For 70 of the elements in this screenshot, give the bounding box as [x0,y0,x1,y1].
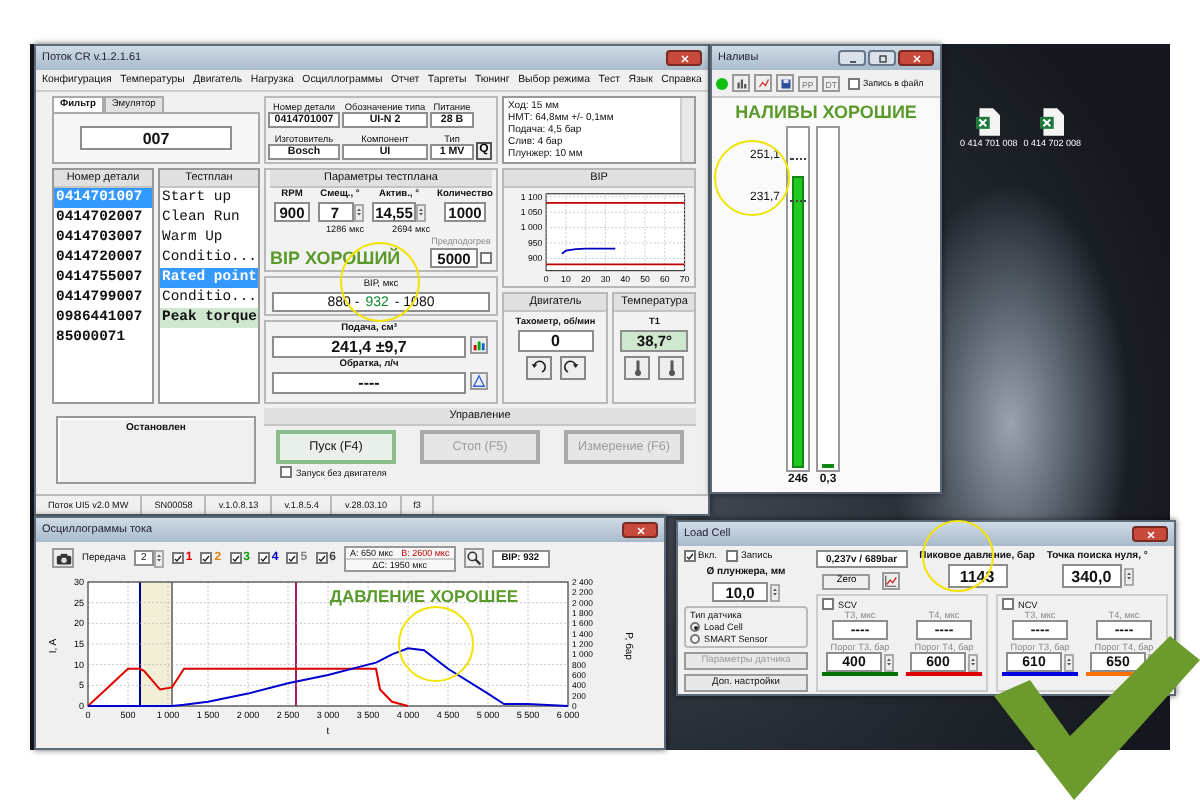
data-line [545,202,686,204]
spinner[interactable] [1123,567,1134,585]
close-icon [1145,529,1155,539]
spinner[interactable] [884,653,894,671]
chart-button[interactable] [882,572,901,590]
scrollbar[interactable] [680,98,694,162]
radio-button[interactable] [690,622,700,632]
cursor-line[interactable] [295,581,297,707]
close-icon [635,525,645,535]
thermometer-icon [631,358,644,378]
data-line [545,263,686,266]
close-button[interactable] [622,522,658,538]
spreadsheet-file-icon[interactable] [976,108,1001,136]
checkbox[interactable] [229,552,242,564]
spreadsheet-file-icon[interactable] [1040,108,1065,136]
camera-button[interactable] [52,548,74,568]
rotate-left-icon [530,360,547,376]
rotate-right-icon [564,360,581,376]
verdict-text: ДАВЛЕНИЕ ХОРОШЕЕ [329,586,519,606]
bar-chart-button[interactable] [470,336,488,354]
close-icon [679,53,689,63]
tachometer-field: 0 [517,330,594,352]
bar-chart-button[interactable] [732,74,750,92]
thermometer-button[interactable] [658,356,685,380]
checkbox[interactable] [848,77,861,89]
highlight-circle [714,140,790,216]
close-button[interactable] [1132,526,1168,542]
triangle-button[interactable] [470,372,488,390]
cursor-line[interactable] [139,581,141,707]
spinner[interactable] [416,203,427,221]
zero-point-field[interactable]: 340,0 [1061,564,1122,588]
spinner[interactable] [353,203,363,221]
minimize-button[interactable] [838,50,866,66]
check-mark-icon [994,636,1200,800]
radio-button[interactable] [690,634,700,644]
close-icon [911,53,921,63]
limit-line [790,158,806,160]
spinner[interactable] [968,653,978,671]
rotate-right-button[interactable] [559,356,586,380]
checkbox[interactable] [480,252,492,264]
checkbox[interactable] [257,552,270,564]
checkbox[interactable] [684,550,696,562]
checkbox[interactable] [315,552,328,564]
checkbox[interactable] [286,552,299,564]
spinner[interactable] [153,549,164,567]
checkbox[interactable] [280,466,292,478]
thermometer-button[interactable] [624,356,651,380]
checkbox[interactable] [171,552,184,564]
plot-area [545,193,686,272]
zoom-button[interactable] [463,548,484,568]
close-button[interactable] [666,50,702,66]
return-field: ---- [272,372,466,394]
thermometer-icon [665,358,678,378]
rotate-left-button[interactable] [525,356,552,380]
verdict-text: НАЛИВЫ ХОРОШИЕ [735,102,917,122]
spinner[interactable] [770,583,780,601]
data-line [561,247,617,255]
highlight-circle [398,606,474,682]
maximize-icon [877,53,887,63]
save-button[interactable] [776,74,794,92]
maximize-button[interactable] [868,50,896,66]
filter-field[interactable]: 007 [80,126,232,150]
checkbox[interactable] [200,552,213,564]
checkbox[interactable] [1002,598,1014,610]
close-button[interactable] [898,50,934,66]
checkbox[interactable] [822,598,834,610]
line-chart-button[interactable] [754,74,772,92]
spinner[interactable] [1064,653,1074,671]
supply-field: 241,4 ±9,7 [272,336,466,358]
checkbox[interactable] [726,550,739,562]
